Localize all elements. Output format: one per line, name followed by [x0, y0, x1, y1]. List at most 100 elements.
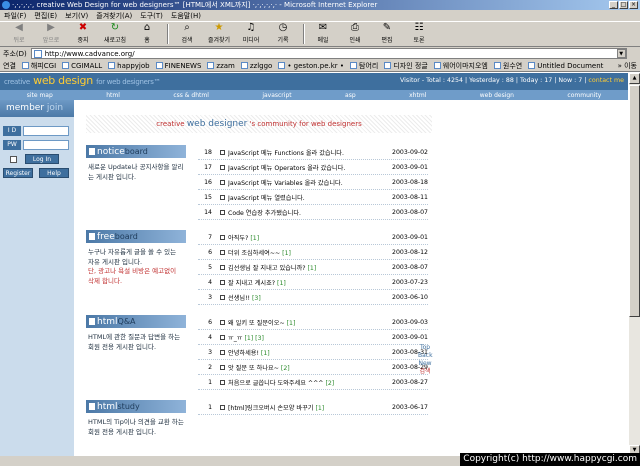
favorites-icon: ★: [214, 22, 224, 33]
new-link[interactable]: New: [418, 360, 432, 368]
scroll-thumb[interactable]: [629, 85, 640, 317]
menu-favorites[interactable]: 즐겨찾기(A): [96, 11, 132, 21]
contact-link[interactable]: contact me: [588, 77, 624, 84]
site-logo[interactable]: creative web design for web designers™: [4, 74, 161, 87]
history-button[interactable]: ◷ 기록: [268, 21, 298, 44]
table-row[interactable]: 1 [html]링크오버시 손모양 바꾸기 [1] 2003-06-17: [198, 400, 428, 415]
media-button[interactable]: ♫ 미디어: [236, 21, 266, 44]
save-id-checkbox[interactable]: [10, 155, 17, 163]
link-page-icon: [350, 62, 358, 69]
board-rows: 1 [html]링크오버시 손모양 바꾸기 [1] 2003-06-17: [198, 400, 428, 415]
home-icon: ⌂: [143, 22, 151, 33]
address-box: ▼: [30, 48, 627, 59]
table-row[interactable]: 6왜 일키 또 질문이오~ [1] 2003-09-03: [198, 315, 428, 330]
link-item[interactable]: 웨어이마지오엠: [433, 61, 488, 71]
link-item[interactable]: happyjob: [108, 62, 150, 70]
nav-css-dhtml[interactable]: css & dhtml: [173, 92, 209, 99]
table-row[interactable]: 15 JavaScript 메뉴 열렸습니다. 2003-08-11: [198, 190, 428, 205]
vertical-scrollbar[interactable]: ▲ ▼: [628, 73, 640, 456]
nav-html[interactable]: html: [106, 92, 120, 99]
board-title[interactable]: noticeboard: [86, 145, 186, 158]
menu-help[interactable]: 도움말(H): [171, 11, 201, 21]
menu-tools[interactable]: 도구(T): [140, 11, 163, 21]
menu-edit[interactable]: 편집(E): [34, 11, 57, 21]
address-input[interactable]: [44, 49, 605, 58]
table-row[interactable]: 16 JavaScript 메뉴 Variables 올라 갔습니다. 2003-…: [198, 175, 428, 190]
print-button[interactable]: ⎙ 인쇄: [340, 21, 370, 44]
menu-file[interactable]: 파일(F): [4, 11, 26, 21]
table-row[interactable]: 17 JavaScript 메뉴 Operators 올라 갔습니다. 2003-…: [198, 160, 428, 175]
link-item[interactable]: zzam: [207, 62, 235, 70]
login-button[interactable]: Log In: [25, 154, 59, 164]
nav-asp[interactable]: asp: [345, 92, 356, 99]
search-link[interactable]: 검색: [418, 368, 432, 376]
refresh-button[interactable]: ↻ 새로고침: [100, 21, 130, 44]
register-button[interactable]: Register: [3, 168, 33, 178]
table-row[interactable]: 3 안녕하세용! [1] 2003-08-31: [198, 345, 428, 360]
nav-javascript[interactable]: javascript: [262, 92, 291, 99]
close-button[interactable]: ×: [629, 1, 638, 9]
table-row[interactable]: 4잘 지내고 계시죠? [1] 2003-07-23: [198, 275, 428, 290]
link-item[interactable]: 디자인 정글: [384, 61, 428, 71]
pw-label: PW: [3, 140, 21, 150]
top-link[interactable]: Top: [418, 344, 432, 352]
table-row[interactable]: 3 선생님!! [3] 2003-06-10: [198, 290, 428, 305]
post-icon: [220, 279, 225, 285]
table-row[interactable]: 14 Code 연습장 추가됐습니다. 2003-08-07: [198, 205, 428, 220]
link-item[interactable]: 해피CGI: [21, 61, 56, 71]
help-button[interactable]: Help: [39, 168, 69, 178]
forward-button[interactable]: ▶ 앞으로: [36, 21, 66, 44]
table-row[interactable]: 1 처음으로 글씁니다 도와주세요 ^^^ [2] 2003-08-27: [198, 375, 428, 390]
link-item[interactable]: 원수연: [493, 61, 522, 71]
home-button[interactable]: ⌂ 홈: [132, 21, 162, 44]
board-title[interactable]: freeboard: [86, 230, 186, 243]
table-row[interactable]: 5 김선생님 잘 지내고 있습니까? [1] 2003-08-07: [198, 260, 428, 275]
board-title[interactable]: htmlstudy: [86, 400, 186, 413]
post-icon: [220, 149, 225, 155]
back-button[interactable]: ◀ 뒤로: [4, 21, 34, 44]
mail-button[interactable]: ✉ 메일: [308, 21, 338, 44]
post-icon: [220, 164, 225, 170]
table-row[interactable]: 2앗 질문 또 하나요~ [2] 2003-08-29: [198, 360, 428, 375]
board-title[interactable]: htmlQ&A: [86, 315, 186, 328]
board-warning: 단, 광고나 욕설 비방은 예고없이 삭제 합니다.: [88, 267, 177, 285]
post-icon: [220, 179, 225, 185]
password-input[interactable]: [23, 140, 69, 150]
minimize-button[interactable]: _: [609, 1, 618, 9]
edit-button[interactable]: ✎ 편집: [372, 21, 402, 44]
menu-view[interactable]: 보기(V): [65, 11, 88, 21]
id-input[interactable]: [23, 126, 69, 136]
site-header: creative web design for web designers™ V…: [0, 73, 628, 90]
link-item[interactable]: • geston.pe.kr •: [278, 62, 344, 70]
table-row[interactable]: 4 ㅠ_ㅠ [1] [3] 2003-09-01: [198, 330, 428, 345]
link-item[interactable]: FINENEWS: [155, 62, 201, 70]
links-more[interactable]: » 이동: [618, 61, 637, 71]
nav-xhtml[interactable]: xhtml: [409, 92, 426, 99]
table-row[interactable]: 7 아직두? [1] 2003-09-01: [198, 230, 428, 245]
chevron-down-icon[interactable]: ▼: [616, 49, 626, 58]
scroll-up-icon[interactable]: ▲: [629, 73, 640, 84]
board-marker-icon: [89, 233, 95, 240]
back-link[interactable]: Back: [418, 352, 433, 360]
page-icon: [33, 49, 42, 58]
nav-community[interactable]: community: [567, 92, 601, 99]
maximize-button[interactable]: □: [619, 1, 628, 9]
edit-icon: ✎: [382, 22, 392, 33]
link-item[interactable]: zzlggo: [240, 62, 272, 70]
window-titlebar: ·,·,·,·,·, creative Web Design for web d…: [0, 0, 640, 10]
link-item[interactable]: Untitled Document: [528, 62, 603, 70]
discuss-button[interactable]: ☷ 토론: [404, 21, 434, 44]
id-label: I D: [3, 126, 21, 136]
link-item[interactable]: 탐어리: [350, 61, 378, 71]
nav-web-design[interactable]: web design: [480, 92, 514, 99]
member-sidebar: member join I D PW Log In Register Help: [0, 100, 74, 456]
search-button[interactable]: ⌕ 검색: [172, 21, 202, 44]
favorites-button[interactable]: ★ 즐겨찾기: [204, 21, 234, 44]
table-row[interactable]: 6 더위 조심하세여~~ [1] 2003-08-12: [198, 245, 428, 260]
link-item[interactable]: CGIMALL: [62, 62, 102, 70]
nav-site-map[interactable]: site map: [27, 92, 53, 99]
stop-button[interactable]: ✖ 중지: [68, 21, 98, 44]
table-row[interactable]: 18 JavaScript 메뉴 Functions 올라 갔습니다. 2003-…: [198, 145, 428, 160]
search-icon: ⌕: [184, 22, 190, 33]
post-icon: [220, 264, 225, 270]
